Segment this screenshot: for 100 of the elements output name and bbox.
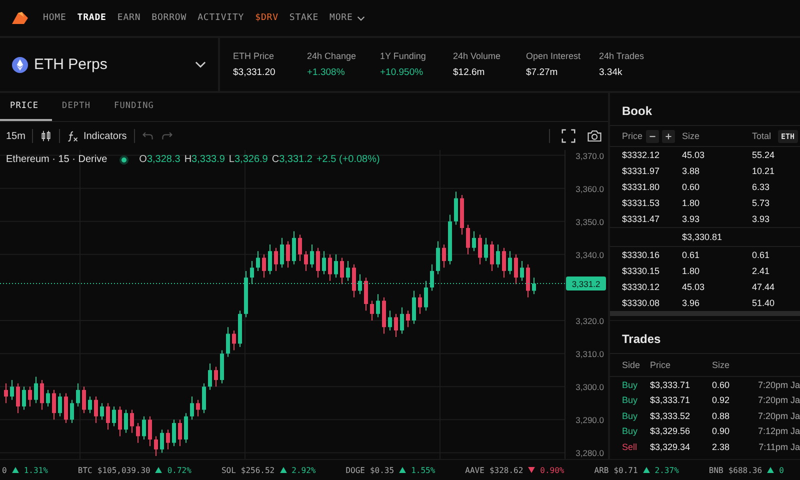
order-size: 3.88 [682, 166, 701, 176]
candlestick [478, 234, 482, 265]
ticker-price: $0.35 [370, 466, 394, 474]
chart-tab[interactable]: DEPTH [52, 93, 104, 121]
order-size: 45.03 [682, 282, 706, 292]
trade-time: 7:12pm Ja [756, 426, 800, 436]
candlestick [472, 230, 476, 252]
nav-link[interactable]: HOME [43, 13, 66, 23]
candlestick [304, 250, 308, 272]
stat-label: 24h Volume [453, 51, 502, 61]
trade-side: Buy [622, 380, 639, 390]
column-header: Total [752, 131, 772, 141]
redo-icon[interactable] [160, 130, 173, 142]
ticker-change: 2.37% [654, 466, 679, 474]
candlestick [370, 300, 374, 322]
bid-price: $3330.15 [622, 266, 661, 276]
ask-price: $3331.47 [622, 214, 661, 224]
fullscreen-icon[interactable] [561, 129, 576, 143]
trade-price: $3,329.56 [650, 426, 692, 436]
candlestick [64, 392, 68, 424]
nav-link[interactable]: EARN [117, 13, 141, 23]
candlestick [142, 416, 146, 440]
candlestick [340, 257, 344, 285]
candlestick [70, 399, 74, 424]
order-size: 45.03 [682, 150, 706, 160]
ohlc-value: O3,328.3 [139, 154, 180, 165]
logo-icon[interactable] [10, 10, 30, 26]
trade-size: 0.90 [712, 426, 731, 436]
trade-price: $3,329.34 [650, 442, 692, 452]
trade-side: Buy [622, 410, 639, 421]
camera-icon[interactable] [587, 129, 602, 143]
chevron-down-icon[interactable] [195, 61, 206, 68]
candlestick [520, 260, 524, 282]
candlestick [202, 382, 206, 414]
candlestick [502, 247, 506, 278]
ticker-price: $256.52 [240, 466, 275, 474]
nav-link[interactable]: STAKE [289, 13, 319, 23]
ticker-symbol: ARB [594, 466, 609, 474]
candlestick [214, 366, 218, 388]
candlestick [88, 396, 92, 414]
candlestick [286, 240, 290, 268]
order-size: 1.80 [682, 266, 701, 276]
candlestick [166, 429, 170, 450]
candlestick [46, 389, 50, 407]
candlestick [196, 399, 200, 417]
ticker-symbol: AAVE [465, 466, 484, 474]
candlestick [316, 247, 320, 278]
candlestick [130, 409, 134, 434]
interval-button[interactable]: 15m [6, 130, 26, 142]
chevron-down-icon[interactable] [356, 16, 365, 20]
ticker-change: 1.31% [24, 466, 48, 474]
column-header: Size [682, 131, 701, 141]
column-header: Side [622, 360, 642, 370]
chart-tab[interactable]: FUNDING [104, 93, 157, 121]
candlestick [418, 294, 422, 314]
chart-title: Ethereum · 15 · Derive [6, 154, 108, 165]
indicators-button[interactable]: Indicators [67, 130, 127, 142]
candlestick [256, 250, 260, 272]
trade-time: 7:20pm Ja [756, 380, 800, 390]
candlestick-icon[interactable] [40, 130, 52, 142]
candlestick [394, 313, 398, 338]
undo-icon[interactable] [142, 130, 154, 142]
trade-time: 7:11pm Ja [758, 442, 800, 452]
candlestick [100, 402, 104, 420]
chart-tab[interactable]: PRICE [0, 93, 52, 121]
candlestick [280, 237, 284, 268]
trade-price: $3,333.71 [650, 395, 692, 406]
order-total: 2.41 [752, 266, 771, 276]
column-header: Size [712, 360, 731, 370]
function-icon [67, 130, 80, 142]
ticker-price: $688.36 [728, 466, 762, 474]
plus-button[interactable] [662, 130, 675, 142]
candlestick [178, 419, 182, 447]
nav-link[interactable]: ACTIVITY [198, 13, 244, 23]
candlestick [364, 277, 368, 312]
candlestick [154, 436, 158, 457]
order-size: 0.60 [682, 182, 701, 192]
ticker-change: 2.92% [292, 466, 316, 474]
candlestick [334, 254, 338, 278]
nav-link[interactable]: MORE [330, 13, 353, 23]
nav-link[interactable]: BORROW [152, 13, 187, 23]
candlestick [352, 264, 356, 298]
bid-price: $3330.16 [622, 250, 661, 260]
ask-price: $3331.97 [622, 166, 661, 176]
stat-value: $3,331.20 [233, 67, 276, 78]
candlestick [400, 306, 404, 334]
ethereum-icon [12, 56, 28, 72]
candlestick [436, 240, 440, 275]
nav-link[interactable]: TRADE [77, 13, 106, 23]
column-header: Price [650, 360, 672, 370]
column-header: Price [622, 131, 643, 141]
nav-link[interactable]: $DRV [255, 13, 278, 23]
current-price-badge: 3,331.2 [566, 276, 606, 291]
candlestick [310, 244, 314, 268]
minus-button[interactable] [646, 130, 659, 142]
order-total: 47.44 [752, 282, 776, 292]
trade-size: 2.38 [712, 442, 731, 452]
trade-price: $3,333.71 [650, 380, 692, 390]
candlestick [328, 254, 332, 282]
candlestick [52, 389, 56, 420]
